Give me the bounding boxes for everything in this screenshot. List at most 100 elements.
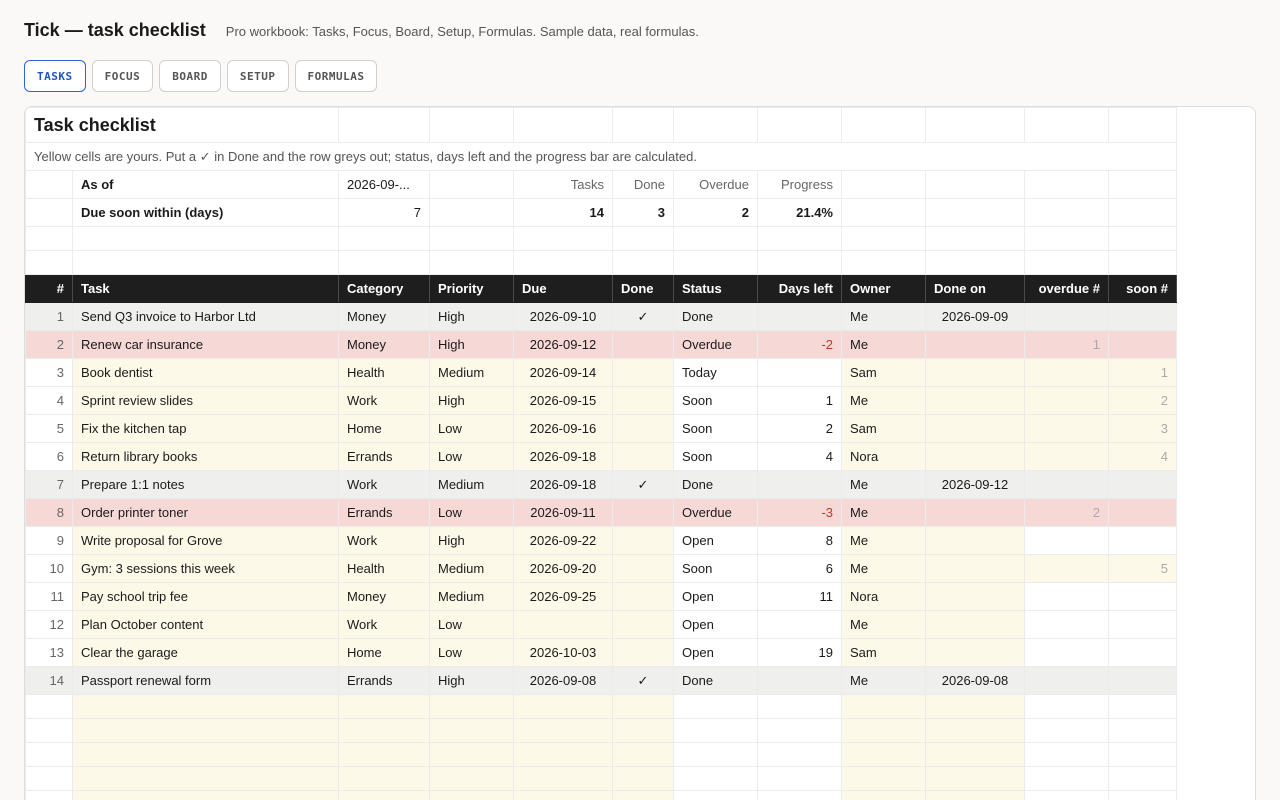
task-done-cell[interactable]: ✓ [612, 470, 674, 499]
task-done-cell[interactable]: ✓ [612, 666, 674, 695]
col-header-overdue-n[interactable]: overdue # [1024, 274, 1109, 303]
empty-cell[interactable] [338, 694, 430, 719]
col-header-done-on[interactable]: Done on [925, 274, 1025, 303]
empty-cell[interactable] [429, 718, 514, 743]
empty-cell[interactable] [338, 790, 430, 800]
task-done-on-cell[interactable] [925, 414, 1025, 443]
task-due-cell[interactable]: 2026-09-22 [513, 526, 613, 555]
task-priority-cell[interactable]: Medium [429, 582, 514, 611]
col-header-task[interactable]: Task [72, 274, 339, 303]
task-name-cell[interactable]: Write proposal for Grove [72, 526, 339, 555]
empty-row[interactable] [25, 694, 1177, 719]
task-name-cell[interactable]: Send Q3 invoice to Harbor Ltd [72, 302, 339, 331]
task-done-on-cell[interactable] [925, 442, 1025, 471]
task-done-on-cell[interactable]: 2026-09-12 [925, 470, 1025, 499]
task-due-cell[interactable]: 2026-09-16 [513, 414, 613, 443]
empty-row[interactable] [25, 718, 1177, 743]
task-name-cell[interactable]: Book dentist [72, 358, 339, 387]
empty-cell[interactable] [513, 694, 613, 719]
task-priority-cell[interactable]: Low [429, 498, 514, 527]
task-done-cell[interactable] [612, 330, 674, 359]
table-row[interactable]: 7 Prepare 1:1 notes Work Medium 2026-09-18 ✓ D… [25, 470, 1177, 499]
task-due-cell[interactable]: 2026-10-03 [513, 638, 613, 667]
table-row[interactable]: 11 Pay school trip fee Money Medium 2026-09-… [25, 582, 1177, 611]
task-owner-cell[interactable]: Sam [841, 414, 926, 443]
task-due-cell[interactable]: 2026-09-11 [513, 498, 613, 527]
col-header-priority[interactable]: Priority [429, 274, 514, 303]
empty-cell[interactable] [612, 766, 674, 791]
empty-cell[interactable] [338, 718, 430, 743]
task-priority-cell[interactable]: Medium [429, 358, 514, 387]
table-row[interactable]: 9 Write proposal for Grove Work High 2026-09… [25, 526, 1177, 555]
task-done-cell[interactable] [612, 526, 674, 555]
task-done-on-cell[interactable] [925, 610, 1025, 639]
task-done-on-cell[interactable]: 2026-09-08 [925, 666, 1025, 695]
task-owner-cell[interactable]: Nora [841, 582, 926, 611]
task-done-on-cell[interactable] [925, 330, 1025, 359]
task-done-on-cell[interactable] [925, 358, 1025, 387]
task-category-cell[interactable]: Home [338, 638, 430, 667]
empty-cell[interactable] [513, 790, 613, 800]
table-row[interactable]: 14 Passport renewal form Errands High 2026-0… [25, 666, 1177, 695]
table-row[interactable]: 2 Renew car insurance Money High 2026-09-12 O… [25, 330, 1177, 359]
task-due-cell[interactable] [513, 610, 613, 639]
task-done-on-cell[interactable] [925, 638, 1025, 667]
empty-cell[interactable] [925, 790, 1025, 800]
empty-cell[interactable] [429, 766, 514, 791]
tab-board[interactable]: BOARD [159, 60, 221, 92]
col-header-owner[interactable]: Owner [841, 274, 926, 303]
task-done-on-cell[interactable] [925, 526, 1025, 555]
empty-cell[interactable] [925, 694, 1025, 719]
task-name-cell[interactable]: Fix the kitchen tap [72, 414, 339, 443]
task-due-cell[interactable]: 2026-09-25 [513, 582, 613, 611]
task-category-cell[interactable]: Work [338, 610, 430, 639]
task-name-cell[interactable]: Pay school trip fee [72, 582, 339, 611]
col-header-done[interactable]: Done [612, 274, 674, 303]
task-name-cell[interactable]: Sprint review slides [72, 386, 339, 415]
table-row[interactable]: 13 Clear the garage Home Low 2026-10-03 Open 1… [25, 638, 1177, 667]
empty-cell[interactable] [925, 742, 1025, 767]
task-done-cell[interactable]: ✓ [612, 302, 674, 331]
table-row[interactable]: 10 Gym: 3 sessions this week Health Medium 2… [25, 554, 1177, 583]
task-name-cell[interactable]: Clear the garage [72, 638, 339, 667]
col-header-number[interactable]: # [25, 274, 73, 303]
task-name-cell[interactable]: Passport renewal form [72, 666, 339, 695]
task-category-cell[interactable]: Work [338, 470, 430, 499]
task-done-cell[interactable] [612, 386, 674, 415]
task-owner-cell[interactable]: Me [841, 302, 926, 331]
task-category-cell[interactable]: Errands [338, 666, 430, 695]
task-priority-cell[interactable]: High [429, 386, 514, 415]
empty-cell[interactable] [925, 766, 1025, 791]
empty-row[interactable] [25, 742, 1177, 767]
task-owner-cell[interactable]: Nora [841, 442, 926, 471]
due-soon-value[interactable]: 7 [338, 198, 430, 227]
task-category-cell[interactable]: Money [338, 582, 430, 611]
empty-cell[interactable] [72, 766, 339, 791]
table-row[interactable]: 6 Return library books Errands Low 2026-09-1… [25, 442, 1177, 471]
empty-cell[interactable] [513, 742, 613, 767]
empty-cell[interactable] [841, 766, 926, 791]
empty-cell[interactable] [338, 766, 430, 791]
task-done-cell[interactable] [612, 638, 674, 667]
empty-cell[interactable] [841, 718, 926, 743]
tab-tasks[interactable]: TASKS [24, 60, 86, 92]
task-name-cell[interactable]: Order printer toner [72, 498, 339, 527]
empty-cell[interactable] [841, 694, 926, 719]
empty-cell[interactable] [72, 694, 339, 719]
col-header-status[interactable]: Status [673, 274, 758, 303]
table-row[interactable]: 3 Book dentist Health Medium 2026-09-14 Today… [25, 358, 1177, 387]
task-done-on-cell[interactable] [925, 386, 1025, 415]
empty-cell[interactable] [841, 742, 926, 767]
table-row[interactable]: 4 Sprint review slides Work High 2026-09-15 S… [25, 386, 1177, 415]
task-priority-cell[interactable]: High [429, 666, 514, 695]
task-due-cell[interactable]: 2026-09-14 [513, 358, 613, 387]
empty-cell[interactable] [72, 718, 339, 743]
task-category-cell[interactable]: Work [338, 386, 430, 415]
task-category-cell[interactable]: Health [338, 358, 430, 387]
task-priority-cell[interactable]: Low [429, 442, 514, 471]
task-priority-cell[interactable]: High [429, 330, 514, 359]
task-done-on-cell[interactable] [925, 498, 1025, 527]
task-owner-cell[interactable]: Me [841, 554, 926, 583]
task-due-cell[interactable]: 2026-09-18 [513, 442, 613, 471]
col-header-due[interactable]: Due [513, 274, 613, 303]
